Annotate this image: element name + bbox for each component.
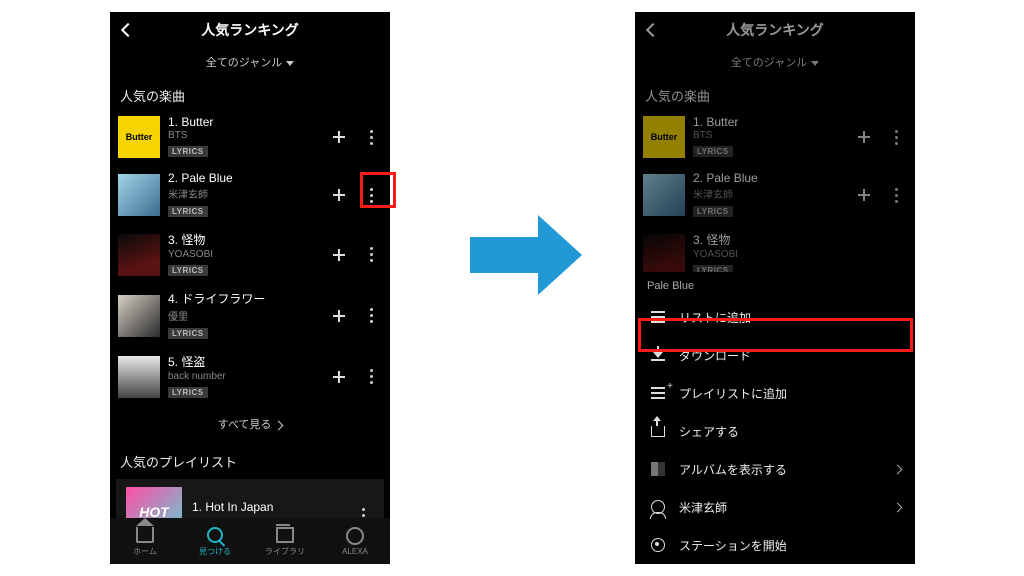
sheet-item-share[interactable]: シェアする	[635, 412, 915, 450]
genre-filter[interactable]: 全てのジャンル	[110, 48, 390, 80]
section-title-songs: 人気の楽曲	[635, 80, 915, 109]
album-art	[118, 234, 160, 276]
more-button[interactable]	[360, 181, 382, 209]
nav-alexa[interactable]: ALEXA	[320, 518, 390, 564]
chevron-left-icon	[646, 23, 660, 37]
add-button[interactable]	[328, 123, 350, 151]
more-icon	[370, 130, 373, 145]
download-icon	[649, 346, 667, 364]
genre-filter-label: 全てのジャンル	[731, 57, 807, 69]
add-button[interactable]	[328, 181, 350, 209]
page-title: 人気ランキング	[726, 20, 824, 40]
see-all-link[interactable]: すべて見る	[110, 406, 390, 446]
album-art	[643, 234, 685, 276]
plus-icon	[333, 310, 345, 322]
dropdown-icon	[286, 61, 294, 66]
back-button[interactable]	[118, 20, 138, 40]
more-button[interactable]	[360, 123, 382, 151]
add-button[interactable]	[328, 302, 350, 330]
more-button[interactable]	[360, 363, 382, 391]
track-row[interactable]: Butter 1. Butter BTS LYRICS	[110, 109, 390, 165]
chevron-right-icon	[893, 464, 903, 474]
plus-icon	[333, 189, 345, 201]
home-icon	[136, 526, 154, 544]
annotation-arrow	[470, 215, 590, 295]
album-art	[118, 356, 160, 398]
nav-library[interactable]: ライブラリ	[250, 518, 320, 564]
track-row[interactable]: 5. 怪盗 back number LYRICS	[110, 347, 390, 406]
more-button[interactable]	[885, 181, 907, 209]
genre-filter[interactable]: 全てのジャンル	[635, 48, 915, 80]
search-icon	[206, 526, 224, 544]
album-art: Butter	[643, 116, 685, 158]
sheet-context-title: Pale Blue	[635, 272, 915, 298]
plus-icon	[333, 371, 345, 383]
lyrics-badge: LYRICS	[168, 206, 208, 217]
sheet-item-show-album[interactable]: アルバムを表示する	[635, 450, 915, 488]
section-title-songs: 人気の楽曲	[110, 80, 390, 109]
bottom-nav: ホーム 見つける ライブラリ ALEXA	[110, 518, 390, 564]
track-meta: 5. 怪盗 back number LYRICS	[168, 353, 320, 400]
plus-icon	[333, 131, 345, 143]
track-row: 2. Pale Blue米津玄師LYRICS	[635, 165, 915, 225]
add-button[interactable]	[853, 123, 875, 151]
list-icon	[649, 308, 667, 326]
album-art: Butter	[118, 116, 160, 158]
chevron-left-icon	[121, 23, 135, 37]
lyrics-badge: LYRICS	[168, 387, 208, 398]
page-title: 人気ランキング	[201, 20, 299, 40]
artist-icon	[649, 498, 667, 516]
track-row[interactable]: 3. 怪物 YOASOBI LYRICS	[110, 225, 390, 284]
alexa-icon	[346, 527, 364, 545]
sheet-item-add-to-list[interactable]: リストに追加	[635, 298, 915, 336]
station-icon	[649, 536, 667, 554]
more-button[interactable]	[360, 302, 382, 330]
album-art	[643, 174, 685, 216]
sheet-item-download[interactable]: ダウンロード	[635, 336, 915, 374]
more-button[interactable]	[360, 241, 382, 269]
lyrics-badge: LYRICS	[168, 265, 208, 276]
section-title-playlists: 人気のプレイリスト	[110, 446, 390, 475]
album-art	[118, 174, 160, 216]
track-meta: 4. ドライフラワー 優里 LYRICS	[168, 290, 320, 341]
add-button[interactable]	[328, 241, 350, 269]
album-icon	[649, 460, 667, 478]
track-meta: 2. Pale Blue 米津玄師 LYRICS	[168, 171, 320, 219]
context-menu-sheet: Pale Blue リストに追加 ダウンロード プレイリストに追加 シェアする …	[635, 272, 915, 564]
dropdown-icon	[811, 61, 819, 66]
more-icon	[370, 369, 373, 384]
header: 人気ランキング	[635, 12, 915, 48]
more-button[interactable]	[885, 123, 907, 151]
more-icon	[370, 247, 373, 262]
chevron-right-icon	[893, 502, 903, 512]
add-button[interactable]	[853, 181, 875, 209]
album-art	[118, 295, 160, 337]
lyrics-badge: LYRICS	[168, 146, 208, 157]
track-meta: 1. Butter BTS LYRICS	[168, 115, 320, 159]
phone-screen-after: 人気ランキング 全てのジャンル 人気の楽曲 Butter 1. ButterBT…	[635, 12, 915, 564]
nav-browse[interactable]: 見つける	[180, 518, 250, 564]
back-button[interactable]	[643, 20, 663, 40]
chevron-right-icon	[274, 420, 284, 430]
sheet-item-start-station[interactable]: ステーションを開始	[635, 526, 915, 564]
more-icon	[370, 308, 373, 323]
nav-home[interactable]: ホーム	[110, 518, 180, 564]
more-icon	[370, 188, 373, 203]
add-button[interactable]	[328, 363, 350, 391]
track-meta: 3. 怪物 YOASOBI LYRICS	[168, 231, 320, 278]
track-row[interactable]: 2. Pale Blue 米津玄師 LYRICS	[110, 165, 390, 225]
genre-filter-label: 全てのジャンル	[206, 57, 282, 69]
lyrics-badge: LYRICS	[168, 328, 208, 339]
library-icon	[276, 526, 294, 544]
track-row[interactable]: 4. ドライフラワー 優里 LYRICS	[110, 284, 390, 347]
share-icon	[649, 422, 667, 440]
sheet-item-artist[interactable]: 米津玄師	[635, 488, 915, 526]
add-playlist-icon	[649, 384, 667, 402]
header: 人気ランキング	[110, 12, 390, 48]
sheet-item-add-to-playlist[interactable]: プレイリストに追加	[635, 374, 915, 412]
plus-icon	[333, 249, 345, 261]
track-row: Butter 1. ButterBTSLYRICS	[635, 109, 915, 165]
phone-screen-before: 人気ランキング 全てのジャンル 人気の楽曲 Butter 1. Butter B…	[110, 12, 390, 564]
